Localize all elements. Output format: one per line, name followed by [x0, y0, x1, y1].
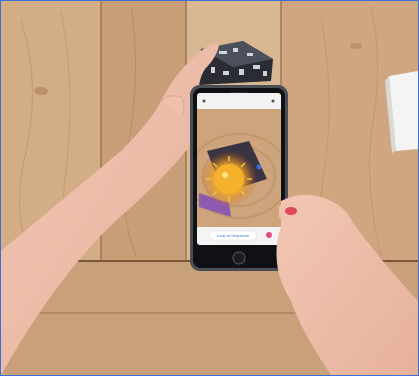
photo-frame: Look at Sequence [0, 0, 419, 376]
look-at-sequence-label: Look at Sequence [217, 233, 250, 238]
scene-photo: Look at Sequence [1, 1, 418, 375]
painted-nail [285, 207, 297, 215]
status-dot [256, 164, 262, 170]
phone-screen: Look at Sequence [197, 93, 281, 245]
pink-indicator [266, 232, 272, 238]
